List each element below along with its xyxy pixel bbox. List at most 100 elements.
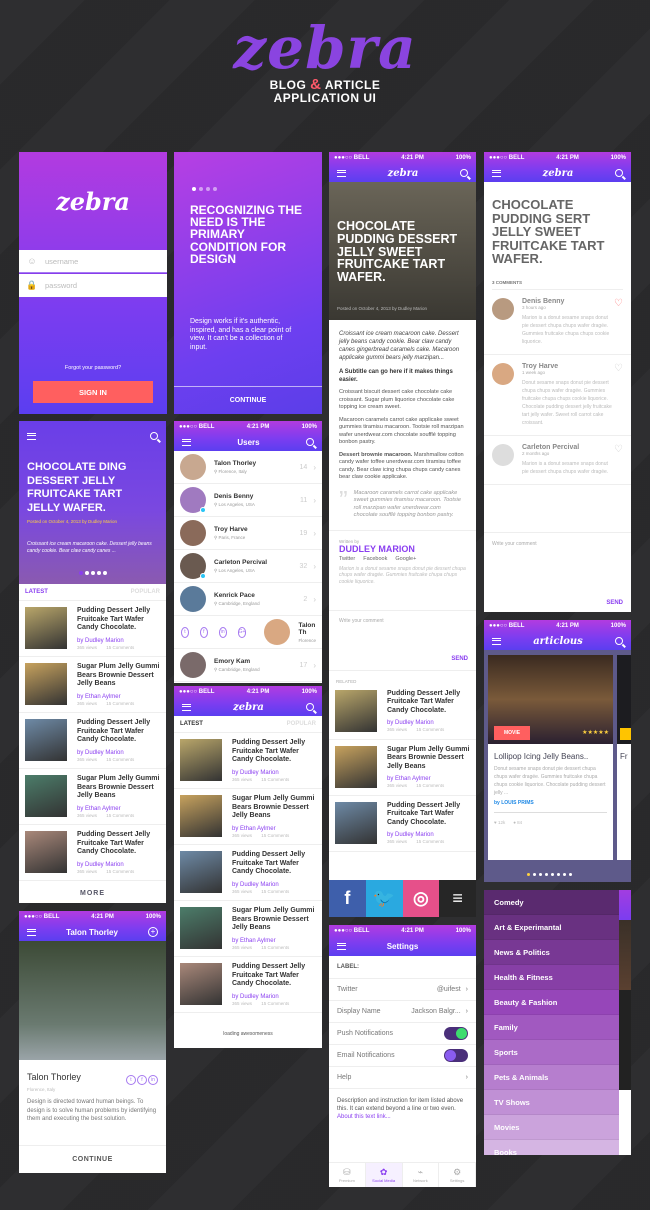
menu-icon[interactable] (492, 169, 501, 177)
category-item[interactable]: Art & Experimantal (484, 915, 619, 940)
menu-icon[interactable] (27, 928, 36, 936)
menu-icon[interactable] (182, 703, 191, 711)
post-author[interactable]: by Dudley Marion (232, 882, 316, 888)
category-item[interactable]: TV Shows (484, 1090, 619, 1115)
facebook-link[interactable]: Facebook (363, 556, 387, 562)
comments-count[interactable]: ● 84 (513, 820, 522, 825)
tab-social-media[interactable]: ✿ Social Media (365, 1163, 403, 1187)
user-row[interactable]: Talon Thorley ⚲ Florence, Italy 14 › (174, 451, 322, 484)
search-icon[interactable] (306, 438, 314, 446)
social-icon[interactable]: t (126, 1075, 136, 1085)
tab-settings[interactable]: ⚙ Settings (439, 1163, 476, 1187)
continue-button[interactable]: CONTINUE (19, 1145, 166, 1173)
search-icon[interactable] (306, 703, 314, 711)
menu-icon[interactable] (492, 637, 501, 645)
search-icon[interactable] (150, 432, 158, 440)
page-dot[interactable] (532, 873, 536, 876)
page-dot[interactable] (526, 873, 530, 876)
post-list-item[interactable]: Pudding Dessert Jelly Fruitcake Tart Waf… (174, 957, 322, 1013)
page-dot[interactable] (538, 873, 542, 876)
menu-icon[interactable] (337, 169, 346, 177)
post-author[interactable]: by Ethan Aylmer (232, 938, 316, 944)
search-icon[interactable] (460, 169, 468, 177)
user-row[interactable]: Emory Kam ⚲ Cambridge, England 17 › (174, 649, 322, 682)
article-card[interactable]: MOVIE ★★★★★ Lollipop Icing Jelly Beans..… (488, 655, 613, 860)
toggle-switch[interactable] (444, 1049, 468, 1062)
social-icon[interactable]: in (148, 1075, 158, 1085)
twitter-link[interactable]: Twitter (339, 556, 355, 562)
post-list-item[interactable]: Sugar Plum Jelly Gummi Bears Brownie Des… (19, 657, 166, 713)
category-item[interactable]: Beauty & Fashion (484, 990, 619, 1015)
send-button[interactable]: SEND (606, 600, 623, 606)
social-action-icon[interactable]: G+ (237, 626, 247, 638)
toggle-switch[interactable] (444, 1027, 468, 1040)
post-list-item[interactable]: Pudding Dessert Jelly Fruitcake Tart Waf… (329, 796, 476, 852)
user-row[interactable]: Carleton Percival ⚲ Los Angeles, USA 32 › (174, 550, 322, 583)
post-author[interactable]: by Ethan Aylmer (387, 776, 470, 782)
category-item[interactable]: Health & Fitness (484, 965, 619, 990)
post-author[interactable]: by Dudley Marion (77, 638, 160, 644)
author-name[interactable]: DUDLEY MARION (339, 544, 466, 554)
post-author[interactable]: by Dudley Marion (387, 720, 470, 726)
commenter-name[interactable]: Troy Harve (522, 363, 614, 370)
menu-icon[interactable] (182, 438, 191, 446)
post-author[interactable]: by Ethan Aylmer (232, 826, 316, 832)
post-list-item[interactable]: Sugar Plum Jelly Gummi Bears Brownie Des… (19, 769, 166, 825)
social-icon[interactable]: f (137, 1075, 147, 1085)
settings-row[interactable]: Help › (329, 1067, 476, 1089)
googleplus-link[interactable]: Google+ (395, 556, 416, 562)
social-action-icon[interactable]: in (218, 626, 227, 638)
post-list-item[interactable]: Pudding Dessert Jelly Fruitcake Tart Waf… (19, 825, 166, 881)
commenter-name[interactable]: Carleton Percival (522, 444, 614, 451)
category-item[interactable]: Movies (484, 1115, 619, 1140)
social-action-icon[interactable]: t (181, 626, 189, 638)
more-button[interactable]: MORE (19, 881, 166, 897)
page-dot[interactable] (556, 873, 560, 876)
heart-icon[interactable]: ♡ (614, 444, 623, 476)
post-author[interactable]: by Dudley Marion (232, 994, 316, 1000)
tab-latest[interactable]: LATEST (25, 589, 48, 595)
category-badge[interactable]: MOVIE (494, 726, 531, 740)
tab-popular[interactable]: POPULAR (287, 721, 316, 727)
post-author[interactable]: by Dudley Marion (232, 770, 316, 776)
likes-count[interactable]: ♥ 12k (494, 820, 505, 825)
tab-latest[interactable]: LATEST (180, 721, 203, 727)
username-input[interactable]: ☺ username (19, 250, 167, 273)
next-card[interactable]: Fr (617, 655, 631, 860)
about-text-link[interactable]: About this text link... (337, 1114, 391, 1120)
heart-icon[interactable]: ♡ (614, 363, 623, 427)
post-list-item[interactable]: Pudding Dessert Jelly Fruitcake Tart Waf… (329, 684, 476, 740)
heart-icon[interactable]: ♡ (614, 298, 623, 346)
settings-row[interactable]: Twitter @uifest › (329, 979, 476, 1001)
page-dot[interactable] (568, 873, 572, 876)
post-list-item[interactable]: Pudding Dessert Jelly Fruitcake Tart Waf… (174, 733, 322, 789)
user-row[interactable]: Denis Benny ⚲ Los Angeles, USA 11 › (174, 484, 322, 517)
menu-icon[interactable] (337, 942, 346, 950)
social-action-icon[interactable]: f (199, 626, 208, 638)
category-item[interactable]: Books (484, 1140, 619, 1155)
category-item[interactable]: News & Politics (484, 940, 619, 965)
post-author[interactable]: by Ethan Aylmer (77, 694, 160, 700)
category-item[interactable]: Sports (484, 1040, 619, 1065)
page-dot[interactable] (550, 873, 554, 876)
dribbble-share-button[interactable]: ◎ (402, 880, 440, 917)
card-author[interactable]: by LOUIS PRIMS (494, 800, 607, 806)
post-list-item[interactable]: Pudding Dessert Jelly Fruitcake Tart Waf… (19, 601, 166, 657)
sign-in-button[interactable]: SIGN IN (33, 381, 153, 403)
user-row[interactable]: Kenrick Pace ⚲ Cambridge, England 2 › (174, 583, 322, 616)
twitter-share-button[interactable]: 🐦 (365, 880, 403, 917)
send-button[interactable]: SEND (451, 656, 468, 662)
post-list-item[interactable]: Sugar Plum Jelly Gummi Bears Brownie Des… (174, 789, 322, 845)
menu-icon[interactable] (27, 432, 36, 440)
forgot-password-link[interactable]: Forgot your password? (19, 365, 167, 371)
carousel-dots[interactable] (19, 571, 166, 575)
tab-premium[interactable]: ⛁ Premium (329, 1163, 366, 1187)
page-dot[interactable] (562, 873, 566, 876)
commenter-name[interactable]: Denis Benny (522, 298, 614, 305)
category-item[interactable]: Pets & Animals (484, 1065, 619, 1090)
tab-popular[interactable]: POPULAR (131, 589, 160, 595)
tab-network[interactable]: ⌁ Network (402, 1163, 440, 1187)
post-author[interactable]: by Ethan Aylmer (77, 806, 160, 812)
post-list-item[interactable]: Pudding Dessert Jelly Fruitcake Tart Waf… (174, 845, 322, 901)
settings-row[interactable]: Push Notifications (329, 1023, 476, 1045)
